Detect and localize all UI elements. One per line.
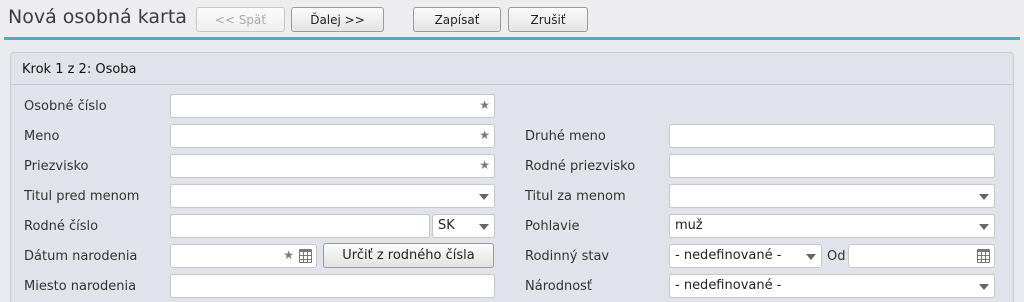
caret-down-icon bbox=[979, 284, 989, 290]
star-icon: ★ bbox=[479, 128, 490, 142]
marital-status-label: Rodinný stav bbox=[525, 249, 610, 264]
derive-from-birth-number-button[interactable]: Určiť z rodného čísla bbox=[323, 243, 494, 268]
marital-since-input[interactable] bbox=[848, 244, 995, 268]
nationality-select[interactable]: - nedefinované - bbox=[669, 274, 995, 298]
surname-label: Priezvisko bbox=[24, 159, 89, 174]
panel-title: Krok 1 z 2: Osoba bbox=[22, 62, 137, 77]
nationality-label: Národnosť bbox=[525, 279, 593, 294]
marital-status-select[interactable]: - nedefinované - bbox=[669, 244, 822, 268]
calendar-icon[interactable] bbox=[977, 249, 990, 263]
surname-input[interactable]: ★ bbox=[170, 154, 495, 178]
page-title: Nová osobná karta bbox=[8, 6, 187, 28]
title-before-label: Titul pred menom bbox=[24, 189, 140, 204]
caret-down-icon bbox=[979, 194, 989, 200]
panel-divider bbox=[11, 84, 1013, 85]
first-name-label: Meno bbox=[24, 129, 60, 144]
title-before-select[interactable] bbox=[170, 184, 495, 208]
toolbar: Nová osobná karta << Späť Ďalej >> Zapís… bbox=[0, 0, 1024, 38]
birth-date-input[interactable]: ★ bbox=[170, 244, 317, 268]
save-button[interactable]: Zapísať bbox=[413, 7, 501, 32]
country-value: SK bbox=[438, 218, 455, 233]
star-icon: ★ bbox=[479, 158, 490, 172]
gender-select[interactable]: muž bbox=[669, 214, 995, 238]
birth-place-label: Miesto narodenia bbox=[24, 279, 137, 294]
star-icon: ★ bbox=[283, 248, 294, 262]
middle-name-input[interactable] bbox=[669, 124, 995, 148]
back-button[interactable]: << Späť bbox=[196, 7, 285, 32]
gender-value: muž bbox=[675, 218, 703, 233]
caret-down-icon bbox=[806, 254, 816, 260]
first-name-input[interactable]: ★ bbox=[170, 124, 495, 148]
star-icon: ★ bbox=[479, 98, 490, 112]
middle-name-label: Druhé meno bbox=[525, 129, 606, 144]
personal-number-input[interactable]: ★ bbox=[170, 94, 495, 118]
gender-label: Pohlavie bbox=[525, 219, 580, 234]
step-panel: Krok 1 z 2: Osoba Osobné číslo ★ Meno ★ … bbox=[10, 52, 1014, 302]
marital-since-label: Od bbox=[827, 249, 846, 264]
birth-number-label: Rodné číslo bbox=[24, 219, 99, 234]
cancel-button[interactable]: Zrušiť bbox=[508, 7, 588, 32]
nationality-value: - nedefinované - bbox=[675, 278, 782, 293]
caret-down-icon bbox=[479, 194, 489, 200]
title-after-select[interactable] bbox=[669, 184, 995, 208]
birth-date-label: Dátum narodenia bbox=[24, 249, 138, 264]
birth-place-input[interactable] bbox=[170, 274, 495, 298]
country-select[interactable]: SK bbox=[432, 214, 495, 238]
marital-status-value: - nedefinované - bbox=[675, 248, 782, 263]
personal-number-label: Osobné číslo bbox=[24, 99, 107, 114]
accent-divider bbox=[4, 37, 1020, 40]
calendar-icon[interactable] bbox=[299, 249, 312, 263]
birth-surname-label: Rodné priezvisko bbox=[525, 159, 636, 174]
caret-down-icon bbox=[979, 224, 989, 230]
title-after-label: Titul za menom bbox=[525, 189, 626, 204]
next-button[interactable]: Ďalej >> bbox=[291, 7, 384, 32]
birth-surname-input[interactable] bbox=[669, 154, 995, 178]
birth-number-input[interactable] bbox=[170, 214, 430, 238]
caret-down-icon bbox=[479, 224, 489, 230]
